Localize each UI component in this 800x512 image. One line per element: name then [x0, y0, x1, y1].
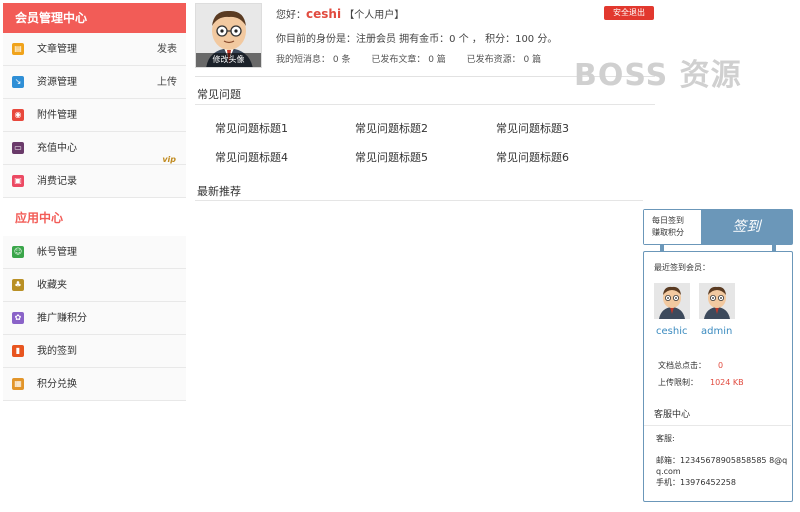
member-menu: ▤ 文章管理 发表 ↘ 资源管理 上传 ◉ 附件管理 ▭ 充值中心 vip ▣ …	[3, 33, 186, 198]
faq-item[interactable]: 常见问题标题2	[355, 120, 428, 136]
faq-item[interactable]: 常见问题标题4	[215, 149, 288, 165]
sidebar-item-exchange[interactable]: ▦ 积分兑换	[3, 368, 186, 401]
sidebar-item-promotion[interactable]: ✿ 推广赚积分	[3, 302, 186, 335]
edit-avatar-caption[interactable]: 修改头像	[196, 53, 261, 67]
divider	[195, 200, 643, 201]
sidebar-item-label: 收藏夹	[37, 280, 67, 291]
doc-clicks-value: 0	[718, 361, 724, 370]
upload-link[interactable]: 上传	[157, 66, 177, 99]
checkin-caption: 每日签到 赚取积分	[644, 210, 701, 244]
logout-button[interactable]: 安全退出	[604, 6, 654, 20]
faq-item[interactable]: 常见问题标题6	[496, 149, 569, 165]
sidebar-item-label: 推广赚积分	[37, 313, 87, 324]
doc-clicks-label: 文档总点击：	[658, 361, 706, 370]
service-phone: 手机：13976452258	[656, 478, 736, 487]
checkin-panel: 最近签到会员： ceshic admin 文档总点击： 0 上传限制： 1024…	[643, 251, 793, 502]
doc-clicks: 文档总点击： 0	[658, 360, 723, 371]
resource-icon: ↘	[12, 76, 24, 88]
app-center-title: 应用中心	[3, 202, 186, 235]
recent-members-label: 最近签到会员：	[654, 263, 710, 272]
account-icon: ☺	[12, 246, 24, 258]
checkin-button[interactable]: 签到	[701, 210, 792, 244]
service-email: 邮箱：12345678905858585 8@qq.com	[656, 456, 788, 476]
resources-stat[interactable]: 已发布资源： 0 篇	[467, 55, 541, 65]
checkin-line2: 赚取积分	[652, 228, 684, 237]
upload-limit-value: 1024 KB	[710, 378, 744, 387]
greeting-label: 您好：	[276, 10, 306, 21]
member-name[interactable]: ceshic	[656, 326, 687, 337]
share-icon: ✿	[12, 312, 24, 324]
faq-item[interactable]: 常见问题标题3	[496, 120, 569, 136]
sidebar-item-consumption[interactable]: ▣ 消费记录	[3, 165, 186, 198]
sidebar-item-resources[interactable]: ↘ 资源管理 上传	[3, 66, 186, 99]
sidebar-item-checkin[interactable]: ▮ 我的签到	[3, 335, 186, 368]
sidebar-item-favorites[interactable]: ♣ 收藏夹	[3, 269, 186, 302]
favorites-icon: ♣	[12, 279, 24, 291]
sidebar-item-label: 文章管理	[37, 44, 77, 55]
record-icon: ▣	[12, 175, 24, 187]
sidebar-item-label: 资源管理	[37, 77, 77, 88]
sidebar-title: 会员管理中心	[3, 3, 186, 33]
faq-title: 常见问题	[197, 88, 241, 101]
upload-limit-label: 上传限制：	[658, 378, 698, 387]
user-avatar[interactable]: 修改头像	[195, 3, 262, 68]
articles-stat[interactable]: 已发布文章： 0 篇	[371, 55, 445, 65]
checkin-line1: 每日签到	[652, 216, 684, 225]
bell-icon: ◉	[12, 109, 24, 121]
sidebar-item-label: 我的签到	[37, 346, 77, 357]
app-menu: ☺ 帐号管理 ♣ 收藏夹 ✿ 推广赚积分 ▮ 我的签到 ▦ 积分兑换	[3, 236, 186, 401]
faq-item[interactable]: 常见问题标题5	[355, 149, 428, 165]
member-name[interactable]: admin	[701, 326, 732, 337]
messages-stat[interactable]: 我的短消息： 0 条	[276, 55, 350, 65]
checkin-icon: ▮	[12, 345, 24, 357]
checkin-widget: 每日签到 赚取积分 签到	[643, 209, 793, 245]
faq-item[interactable]: 常见问题标题1	[215, 120, 288, 136]
member-avatar[interactable]	[699, 283, 735, 319]
sidebar-item-label: 积分兑换	[37, 379, 77, 390]
exchange-icon: ▦	[12, 378, 24, 390]
sidebar-item-label: 消费记录	[37, 176, 77, 187]
divider	[644, 425, 791, 426]
sidebar-item-label: 附件管理	[37, 110, 77, 121]
card-icon: ▭	[12, 142, 24, 154]
sidebar-item-label: 帐号管理	[37, 247, 77, 258]
upload-limit: 上传限制： 1024 KB	[658, 377, 744, 388]
sidebar-item-label: 充值中心	[37, 143, 77, 154]
member-avatar-illustration	[654, 283, 690, 319]
watermark: BOSS 资源	[574, 58, 742, 93]
sidebar-item-attachments[interactable]: ◉ 附件管理	[3, 99, 186, 132]
recommend-title: 最新推荐	[197, 185, 241, 198]
sidebar: 会员管理中心 ▤ 文章管理 发表 ↘ 资源管理 上传 ◉ 附件管理 ▭ 充值中心…	[0, 0, 187, 512]
sidebar-item-articles[interactable]: ▤ 文章管理 发表	[3, 33, 186, 66]
username: ceshi	[306, 7, 342, 21]
divider	[195, 104, 655, 105]
user-type: 【个人用户】	[344, 10, 405, 21]
sidebar-item-account[interactable]: ☺ 帐号管理	[3, 236, 186, 269]
greeting: 您好：ceshi 【个人用户】	[276, 6, 404, 21]
document-icon: ▤	[12, 43, 24, 55]
identity-info: 你目前的身份是：注册会员 拥有金币：0 个 ， 积分：100 分。	[276, 34, 558, 45]
sidebar-item-recharge[interactable]: ▭ 充值中心 vip	[3, 132, 186, 165]
publish-link[interactable]: 发表	[157, 33, 177, 66]
service-label: 客服:	[656, 434, 675, 443]
member-avatar[interactable]	[654, 283, 690, 319]
user-stats: 我的短消息： 0 条 已发布文章： 0 篇 已发布资源： 0 篇	[276, 52, 559, 65]
service-title: 客服中心	[654, 410, 691, 420]
member-avatar-illustration	[699, 283, 735, 319]
